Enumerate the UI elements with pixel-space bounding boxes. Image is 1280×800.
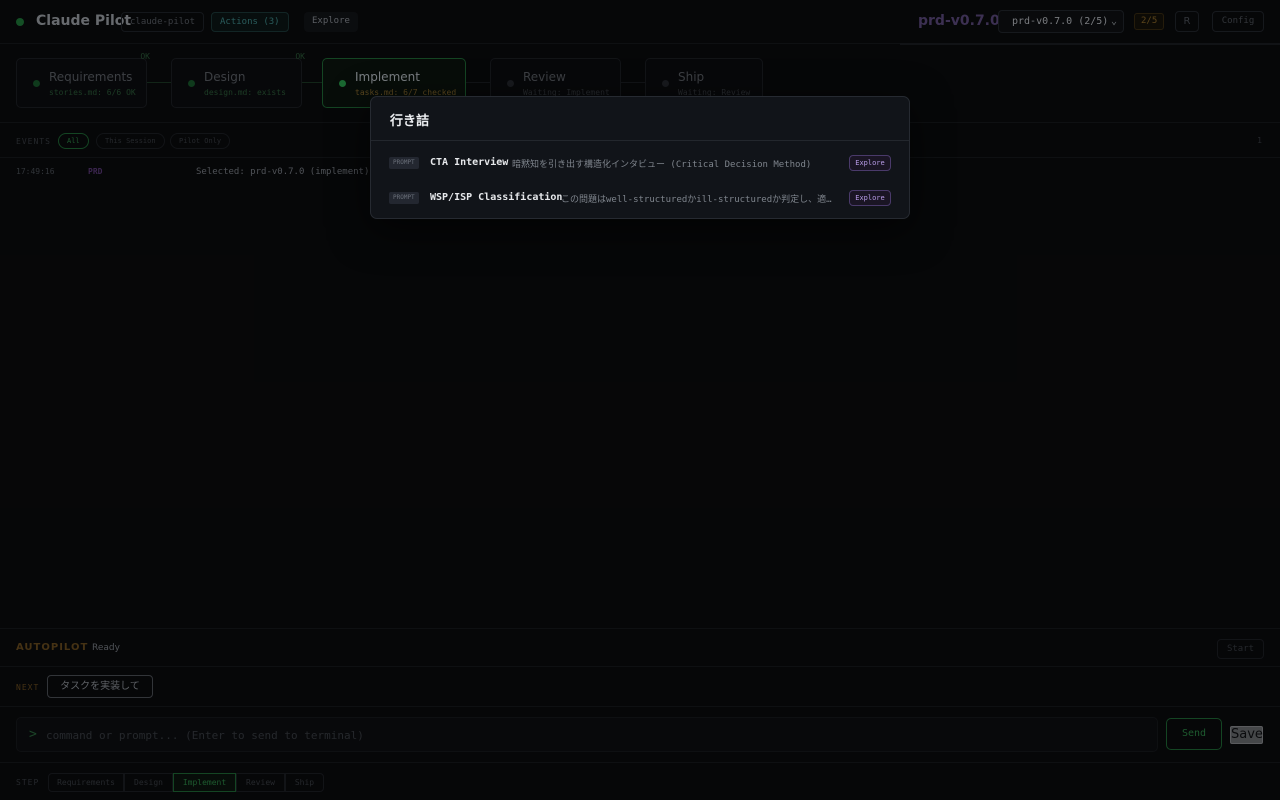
stuck-prompts-modal: 行き詰 PROMPT CTA Interview 暗黙知を引き出す構造化インタビ… [370, 96, 910, 219]
prompt-description: この問題はwell-structuredかill-structuredか判定し、… [561, 195, 837, 205]
prompt-list-item[interactable]: PROMPT CTA Interview 暗黙知を引き出す構造化インタビュー (… [371, 148, 909, 178]
prompt-badge: PROMPT [389, 157, 419, 169]
prompt-name: CTA Interview [430, 157, 509, 168]
prompt-name: WSP/ISP Classification [430, 192, 563, 203]
prompt-explore-button[interactable]: Explore [849, 155, 891, 171]
prompt-description: 暗黙知を引き出す構造化インタビュー (Critical Decision Met… [512, 160, 812, 170]
prompt-explore-button[interactable]: Explore [849, 190, 891, 206]
modal-divider [371, 140, 909, 141]
prompt-badge: PROMPT [389, 192, 419, 204]
modal-title: 行き詰 [390, 114, 430, 129]
prompt-list-item[interactable]: PROMPT WSP/ISP Classification この問題はwell-… [371, 183, 909, 213]
